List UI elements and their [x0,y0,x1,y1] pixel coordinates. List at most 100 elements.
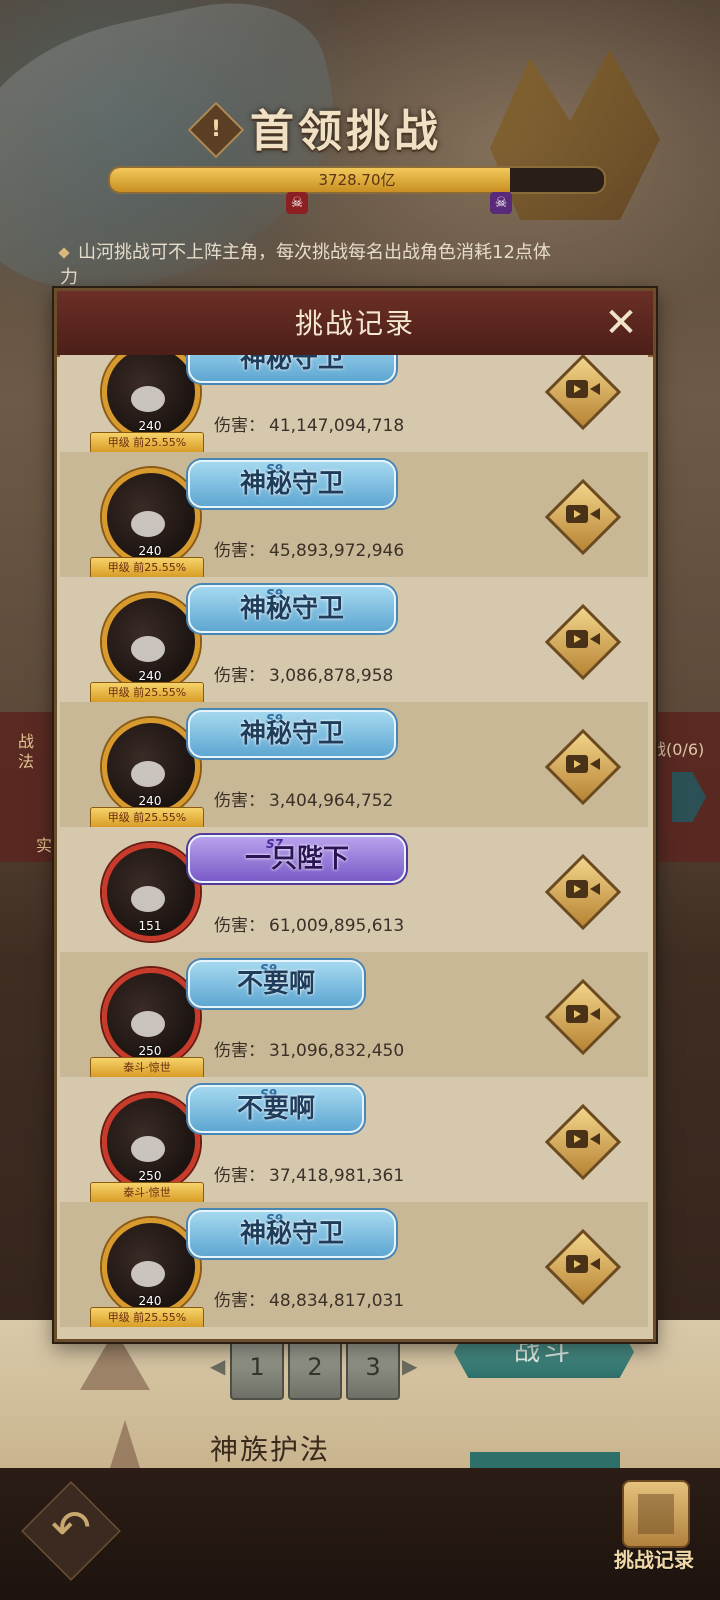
player-level: 240 [138,794,162,808]
damage-value: 伤害： 3,086,878,958 [214,661,393,686]
player-name: 神秘守卫 [239,719,344,749]
player-level: 250 [138,1044,162,1058]
damage-value: 伤害： 31,096,832,450 [214,1036,404,1061]
challenge-record-icon[interactable] [622,1480,690,1548]
rank-badge: 甲级 前25.55% [90,807,204,829]
damage-number: 45,893,972,946 [269,541,405,561]
play-icon [574,510,581,518]
player-name-banner: S7 一只陛下 [188,835,406,883]
replay-video-button[interactable] [544,853,622,931]
demon-icon: ☠ [490,192,512,214]
record-row: 240 甲级 前25.55% 神秘守卫伤害： 41,147,094,718 [60,355,648,454]
player-name: 神秘守卫 [239,1219,344,1249]
rank-badge: 甲级 前25.55% [90,682,204,704]
next-arrow-icon[interactable] [672,772,706,822]
rank-badge: 泰斗·惊世 [90,1182,204,1204]
dialog-title: 挑战记录 [294,307,415,340]
record-row: 250 泰斗·惊世 S9 不要啊 伤害： 37,418,981,361 [60,1077,648,1204]
avatar-portrait [131,636,165,662]
side-right-label: 战(0/6) [650,740,705,759]
damage-number: 31,096,832,450 [269,1041,405,1061]
damage-label: 伤害： [214,1041,265,1061]
challenge-record-dialog: 挑战记录 ✕ 240 甲级 前25.55% 神秘守卫 伤害： 41,147,094,71… [54,288,656,1342]
replay-video-button[interactable] [544,728,622,806]
play-icon [574,1260,581,1268]
page-button-3[interactable]: 3 [346,1336,400,1400]
avatar-portrait [131,886,165,912]
page-button-2[interactable]: 2 [288,1336,342,1400]
damage-value: 伤害： 45,893,972,946 [214,536,404,561]
damage-label: 伤害： [214,541,265,561]
avatar-portrait [131,1261,165,1287]
damage-label: 伤害： [214,791,265,811]
fight-button-secondary[interactable] [470,1452,620,1468]
page-button-1[interactable]: 1 [230,1336,284,1400]
side-left-sub: 实 [36,836,53,855]
avatar-portrait [131,1011,165,1037]
back-arrow-icon[interactable]: ↶ [36,1498,106,1558]
damage-value: 伤害： 3,404,964,752 [214,786,393,811]
boss-hp-bar: 3728.70亿 [108,166,606,194]
player-name-banner: 神秘守卫 [188,355,396,383]
skull-icon: ☠ [286,192,308,214]
damage-label: 伤害： [214,1291,265,1311]
record-list[interactable]: 240 甲级 前25.55% 神秘守卫 伤害： 41,147,094,718 240 甲级 … [60,355,648,1327]
rank-badge: 泰斗·惊世 [90,1057,204,1079]
player-name-banner: S9 神秘守卫 [188,585,396,633]
prev-page-icon[interactable]: ◀ [210,1354,225,1378]
boss-title: 首领挑战 [250,106,442,157]
boss-hp-text: 3728.70亿 [318,171,396,189]
avatar-portrait [131,1136,165,1162]
record-row: 240 甲级 前25.55% S9 神秘守卫伤害： 45,893,972,946 [60,452,648,579]
damage-value: 伤害： 61,009,895,613 [214,911,404,936]
player-level: 151 [138,919,162,933]
player-name-banner: S9 神秘守卫 [188,710,396,758]
replay-video-button[interactable] [544,355,622,431]
damage-number: 37,418,981,361 [269,1166,405,1186]
player-level: 240 [138,544,162,558]
damage-label: 伤害： [214,1166,265,1186]
player-level: 240 [138,419,162,433]
player-level: 240 [138,669,162,683]
play-icon [574,885,581,893]
player-level: 240 [138,1294,162,1308]
player-name-banner: S9 神秘守卫 [188,460,396,508]
avatar-portrait [131,761,165,787]
challenge-hint: 山河挑战可不上阵主角，每次挑战每名出战角色消耗12点体力 [58,240,560,290]
player-name: 神秘守卫 [239,355,344,374]
side-left-label: 战法 [18,732,35,771]
side-panel-right: 战(0/6) [650,712,720,862]
replay-video-button[interactable] [544,1228,622,1306]
play-icon [574,760,581,768]
record-row: 240 甲级 前25.55% S9 神秘守卫 伤害： 48,834,817,031 [60,1202,648,1327]
play-icon [574,385,581,393]
side-panel-left: 战法 实 [0,712,60,862]
play-icon [574,1010,581,1018]
avatar-portrait [131,511,165,537]
damage-label: 伤害： [214,416,265,436]
player-name-banner: S9 不要啊 [188,960,364,1008]
replay-video-button[interactable] [544,603,622,681]
rank-badge: 甲级 前25.55% [90,432,204,454]
damage-number: 61,009,895,613 [269,916,405,936]
replay-video-button[interactable] [544,478,622,556]
close-icon[interactable]: ✕ [601,303,641,343]
rank-badge: 甲级 前25.55% [90,557,204,579]
player-name: 不要啊 [236,1094,315,1124]
damage-number: 48,834,817,031 [269,1291,405,1311]
damage-value: 伤害： 41,147,094,718 [214,411,404,436]
damage-label: 伤害： [214,666,265,686]
damage-label: 伤害： [214,916,265,936]
page-selector: ◀ 1 2 3 ▶ [210,1336,420,1400]
replay-video-button[interactable] [544,1103,622,1181]
damage-number: 41,147,094,718 [269,416,405,436]
player-name-banner: S9 不要啊 [188,1085,364,1133]
next-page-icon[interactable]: ▶ [402,1354,417,1378]
record-row: 240 甲级 前25.55% S9 神秘守卫伤害： 3,086,878,958 [60,577,648,704]
challenge-hint-text: 山河挑战可不上阵主角，每次挑战每名出战角色消耗12点体力 [60,242,551,288]
bullet-icon [58,247,70,259]
rank-badge: 甲级 前25.55% [90,1307,204,1327]
challenge-record-label[interactable]: 挑战记录 [598,1544,710,1573]
play-icon [574,1135,581,1143]
replay-video-button[interactable] [544,978,622,1056]
